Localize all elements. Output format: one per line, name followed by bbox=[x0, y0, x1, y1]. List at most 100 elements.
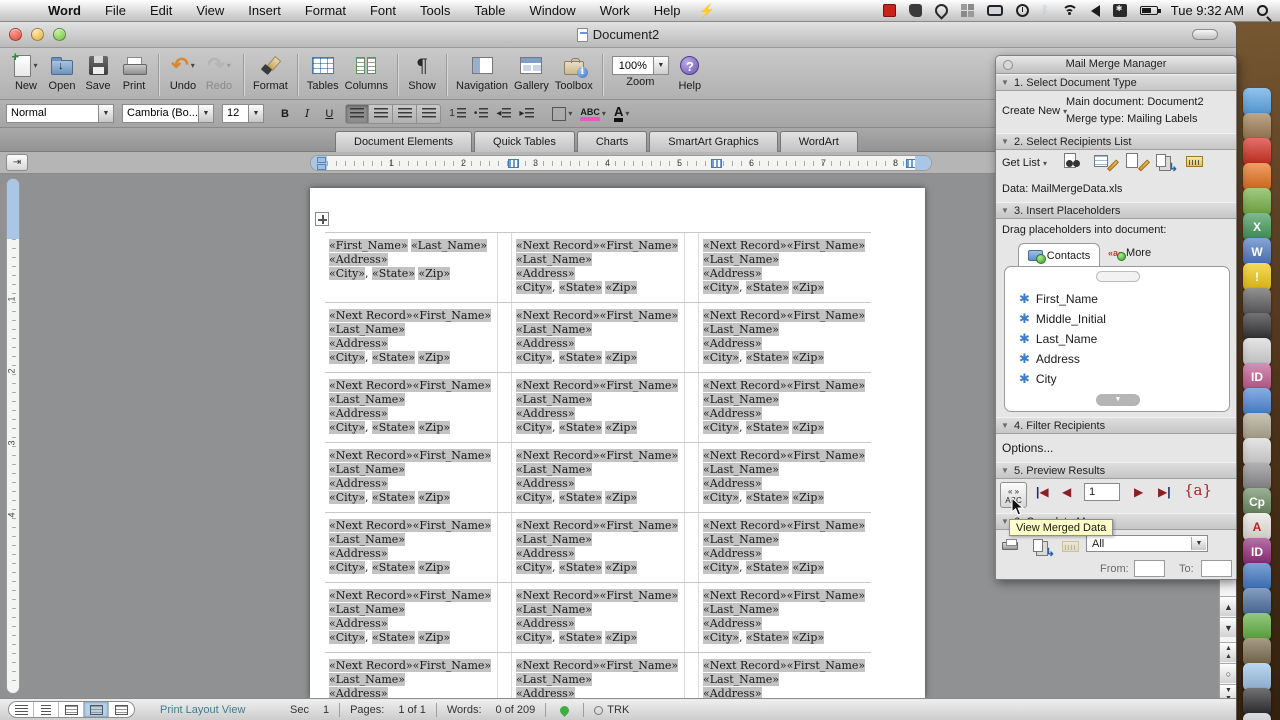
battery-menu-icon[interactable] bbox=[1140, 6, 1158, 15]
indesign-tryout-icon[interactable]: ID bbox=[1243, 363, 1271, 391]
gallery-tab-wordart[interactable]: WordArt bbox=[780, 131, 858, 152]
previous-record-button[interactable]: ◀ bbox=[1062, 485, 1071, 499]
redo-button[interactable]: ↷▾ Redo bbox=[204, 52, 234, 92]
label-cell[interactable]: «Next Record»«First_Name»«Last_Name»«Add… bbox=[512, 583, 684, 652]
finder-icon[interactable] bbox=[1243, 88, 1271, 116]
find-recipient-icon[interactable] bbox=[1062, 153, 1082, 171]
label-cell[interactable]: «Next Record»«First_Name»«Last_Name»«Add… bbox=[512, 443, 684, 512]
displays-menu-icon[interactable] bbox=[987, 5, 1003, 16]
textedit-icon[interactable] bbox=[1243, 438, 1271, 466]
label-cell[interactable]: «Next Record»«First_Name»«Last_Name»«Add… bbox=[512, 513, 684, 582]
script-menu-icon[interactable]: ⚡ bbox=[699, 3, 715, 19]
itunes-icon[interactable] bbox=[1243, 388, 1271, 416]
wacom-icon[interactable] bbox=[1243, 588, 1271, 616]
placeholder-middle_initial[interactable]: ✱Middle_Initial bbox=[1019, 309, 1106, 329]
merge-range-select[interactable]: All bbox=[1086, 535, 1208, 552]
show-button[interactable]: ¶ Show bbox=[407, 52, 437, 92]
font-color-button[interactable]: A▾ bbox=[614, 106, 629, 122]
label-cell[interactable]: «Next Record»«First_Name»«Last_Name»«Add… bbox=[699, 583, 871, 652]
label-cell[interactable]: «Next Record»«First_Name»«Last_Name»«Add… bbox=[699, 373, 871, 442]
menu-window[interactable]: Window bbox=[517, 3, 587, 18]
publishing-view-button[interactable] bbox=[59, 702, 84, 717]
zoom-dropdown-icon[interactable]: ▼ bbox=[654, 56, 669, 75]
menu-insert[interactable]: Insert bbox=[236, 3, 293, 18]
acrobat-icon[interactable]: A bbox=[1243, 513, 1271, 541]
excel-icon[interactable]: X bbox=[1243, 213, 1271, 241]
zoom-combo[interactable]: 100% ▼ bbox=[612, 56, 669, 75]
draft-view-button[interactable] bbox=[9, 702, 34, 717]
fetch-icon[interactable] bbox=[1243, 113, 1271, 141]
borders-button[interactable]: ▾ bbox=[552, 107, 572, 121]
browse-next-button[interactable]: ▼▼ bbox=[1220, 684, 1236, 698]
open-button[interactable]: Open bbox=[47, 52, 77, 92]
label-cell[interactable]: «Next Record»«First_Name»«Last_Name»«Add… bbox=[325, 443, 497, 512]
edit-data-source-icon[interactable] bbox=[1093, 153, 1113, 171]
bluetooth-menu-icon[interactable]: ᛒ bbox=[1042, 4, 1049, 17]
film-menu-icon[interactable] bbox=[883, 4, 896, 17]
last-record-button[interactable]: ▶| bbox=[1158, 485, 1171, 499]
trk-label[interactable]: TRK bbox=[607, 704, 629, 716]
mail-merge-labels-table[interactable]: «First_Name» «Last_Name»«Address»«City»,… bbox=[325, 232, 871, 698]
menu-table[interactable]: Table bbox=[462, 3, 517, 18]
placeholder-last_name[interactable]: ✱Last_Name bbox=[1019, 329, 1097, 349]
menu-edit[interactable]: Edit bbox=[138, 3, 184, 18]
label-cell[interactable]: «Next Record»«First_Name»«Last_Name»«Add… bbox=[699, 653, 871, 698]
label-cell[interactable]: «Next Record»«First_Name»«Last_Name»«Add… bbox=[325, 373, 497, 442]
scroll-down-button[interactable]: ▼ bbox=[1220, 617, 1236, 637]
justify-button[interactable] bbox=[417, 104, 441, 124]
label-cell[interactable]: «Next Record»«First_Name»«Last_Name»«Add… bbox=[512, 373, 684, 442]
highlight-button[interactable]: ABC▾ bbox=[580, 107, 606, 121]
indesign-icon[interactable]: ID bbox=[1243, 538, 1271, 566]
browse-previous-button[interactable]: ▲▲ bbox=[1220, 642, 1236, 662]
from-field[interactable] bbox=[1134, 560, 1165, 577]
appstore-icon[interactable] bbox=[1243, 563, 1271, 591]
label-cell[interactable]: «Next Record»«First_Name»«Last_Name»«Add… bbox=[699, 513, 871, 582]
palette-close-icon[interactable] bbox=[1003, 60, 1013, 70]
evernote-menu-icon[interactable] bbox=[909, 4, 922, 17]
first-line-indent-marker[interactable] bbox=[317, 157, 326, 163]
placeholder-address[interactable]: ✱Address bbox=[1019, 349, 1080, 369]
menu-file[interactable]: File bbox=[93, 3, 138, 18]
label-cell[interactable]: «Next Record»«First_Name»«Last_Name»«Add… bbox=[325, 513, 497, 582]
align-left-button[interactable] bbox=[345, 104, 369, 124]
trash-icon[interactable] bbox=[1243, 713, 1271, 720]
menu-work[interactable]: Work bbox=[588, 3, 642, 18]
words-label[interactable]: Words: bbox=[447, 704, 482, 716]
numbered-list-button[interactable]: 1 bbox=[449, 108, 466, 119]
gallery-tab-charts[interactable]: Charts bbox=[577, 131, 647, 152]
edit-document-icon[interactable] bbox=[1124, 153, 1144, 171]
gallery-tab-smartart-graphics[interactable]: SmartArt Graphics bbox=[649, 131, 777, 152]
calculator-icon[interactable] bbox=[1243, 463, 1271, 491]
increase-indent-button[interactable]: ▸ bbox=[519, 108, 534, 119]
vertical-ruler[interactable]: 1234 bbox=[6, 178, 20, 694]
view-field-codes-button[interactable]: {a} bbox=[1184, 481, 1212, 499]
menu-word[interactable]: Word bbox=[36, 3, 93, 18]
picasa-icon[interactable] bbox=[1243, 338, 1271, 366]
wifi-menu-icon[interactable] bbox=[1062, 5, 1078, 16]
tab-stop-selector[interactable]: ⇥ bbox=[6, 154, 28, 171]
stationery-icon[interactable] bbox=[1243, 413, 1271, 441]
label-cell[interactable]: «Next Record»«First_Name»«Last_Name»«Add… bbox=[699, 443, 871, 512]
first-record-button[interactable]: |◀ bbox=[1036, 485, 1049, 499]
key-menu-icon[interactable] bbox=[932, 1, 950, 19]
format-button[interactable]: Format bbox=[253, 52, 288, 92]
time-machine-menu-icon[interactable] bbox=[1016, 4, 1029, 17]
font-size-combo[interactable]: 12▼ bbox=[222, 104, 264, 123]
align-center-button[interactable] bbox=[369, 104, 393, 124]
zoom-value[interactable]: 100% bbox=[612, 56, 654, 75]
label-cell[interactable]: «Next Record»«First_Name»«Last_Name»«Add… bbox=[512, 233, 684, 302]
section-preview-results[interactable]: 5. Preview Results bbox=[996, 462, 1236, 479]
volume-menu-icon[interactable] bbox=[1091, 5, 1100, 17]
firefox-icon[interactable] bbox=[1243, 163, 1271, 191]
menu-font[interactable]: Font bbox=[358, 3, 408, 18]
label-cell[interactable]: «First_Name» «Last_Name»«Address»«City»,… bbox=[325, 233, 497, 302]
merge-to-new-document-icon[interactable] bbox=[1032, 538, 1052, 556]
menu-help[interactable]: Help bbox=[642, 3, 693, 18]
keyboard-menu-icon[interactable] bbox=[1113, 4, 1127, 17]
to-field[interactable] bbox=[1201, 560, 1232, 577]
menu-view[interactable]: View bbox=[184, 3, 236, 18]
scroll-up-capsule[interactable] bbox=[1096, 271, 1140, 282]
parallels-icon[interactable] bbox=[1243, 313, 1271, 341]
columns-button[interactable]: Columns bbox=[345, 52, 388, 92]
sprout-icon[interactable] bbox=[1243, 613, 1271, 641]
